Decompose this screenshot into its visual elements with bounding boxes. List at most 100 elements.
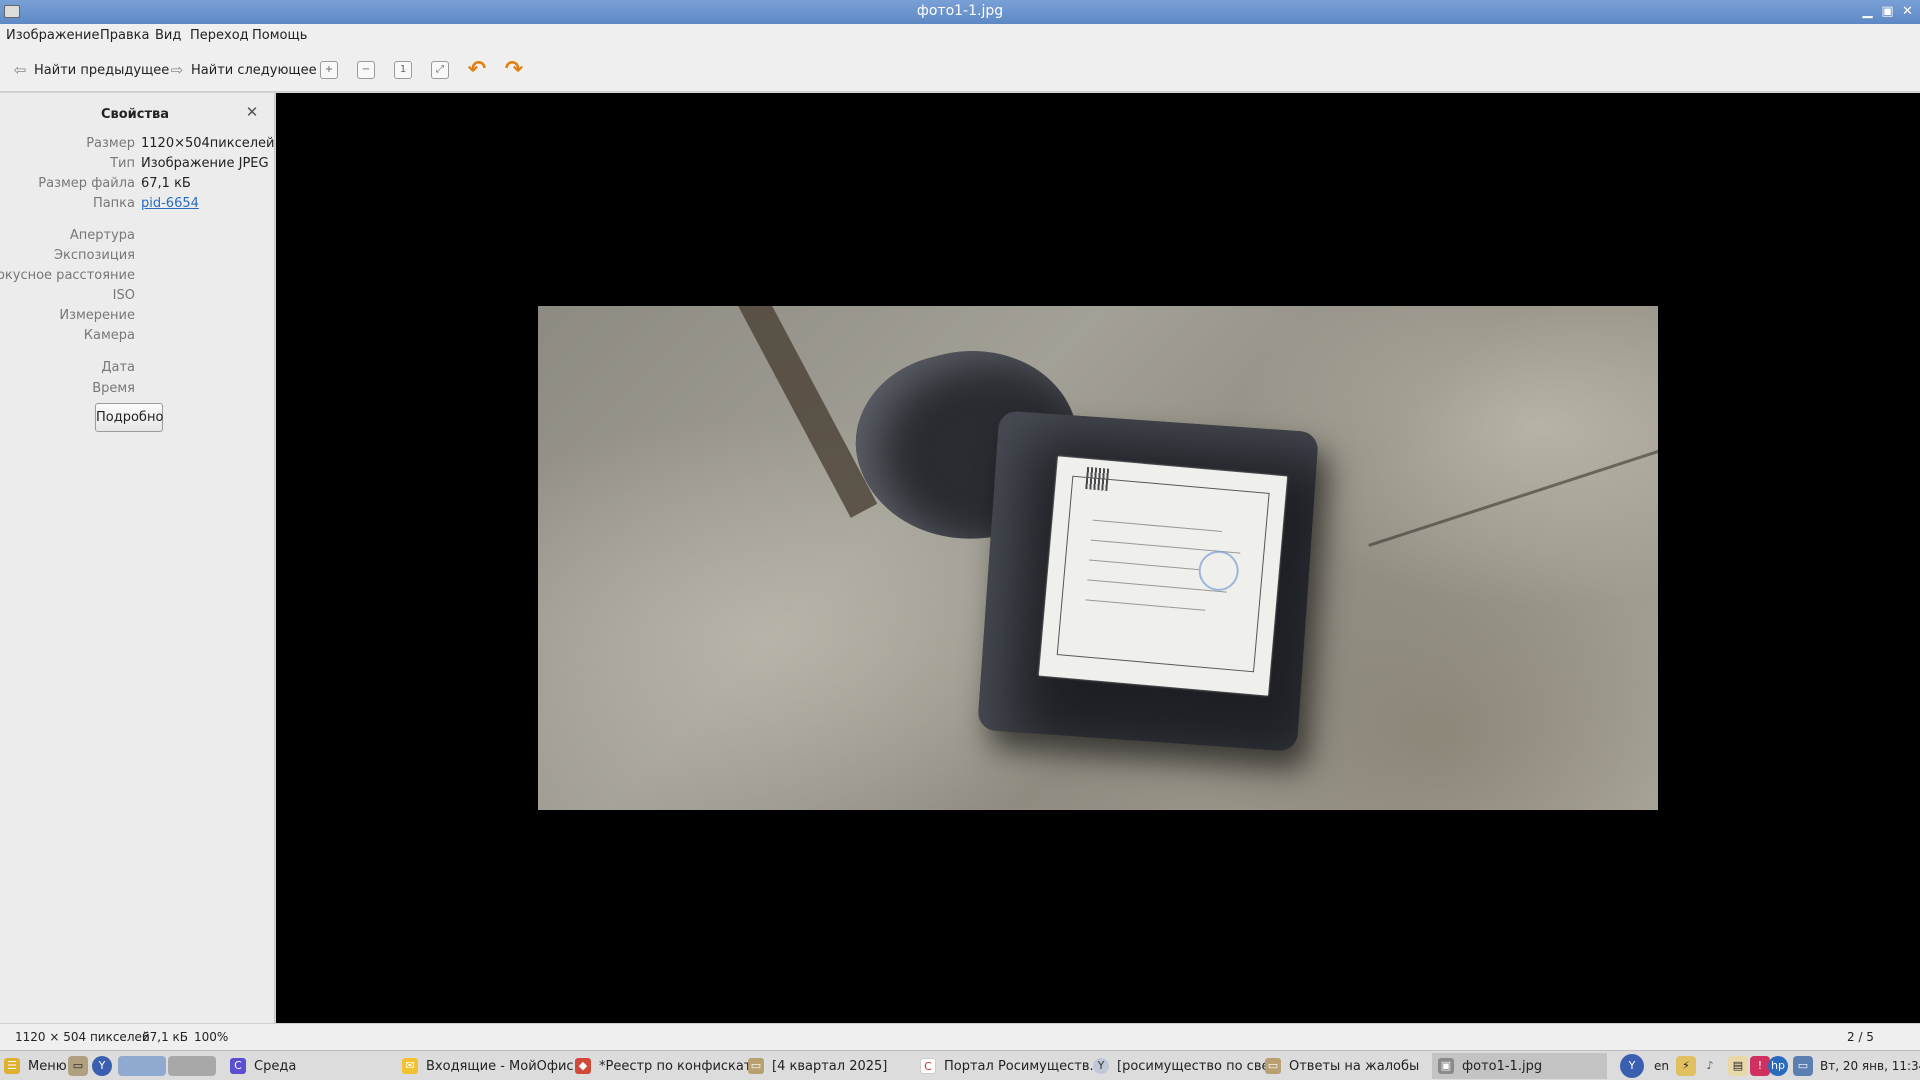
property-key: Папка xyxy=(92,196,135,211)
zoom-normal-icon[interactable]: 1 xyxy=(394,61,412,79)
title-bar: фото1-1.jpg ▁ ▣ ✕ xyxy=(0,0,1920,24)
property-key: ISO xyxy=(112,288,135,303)
property-row: Папка pid-6654 xyxy=(0,196,270,214)
property-row: Дата xyxy=(0,360,270,378)
browser-icon: C xyxy=(920,1058,936,1074)
property-row: Время xyxy=(0,381,270,399)
start-menu-label: Меню xyxy=(28,1058,67,1074)
show-desktop-button[interactable] xyxy=(118,1056,166,1076)
mail-icon: ✉ xyxy=(402,1058,418,1074)
property-row: Тип Изображение JPEG xyxy=(0,156,270,174)
task-button-active[interactable]: ▣ фото1-1.jpg xyxy=(1432,1053,1607,1079)
task-button[interactable]: ✉ Входящие - МойОфис... xyxy=(402,1053,586,1079)
close-window-button[interactable]: ✕ xyxy=(1899,3,1916,20)
properties-sidebar: Свойства ✕ Размер 1120×504пикселей Тип И… xyxy=(0,93,275,1023)
volume-icon[interactable]: ♪ xyxy=(1700,1056,1720,1076)
taskbar: ☰ Меню ▭ Y С Среда ✉ Входящие - МойОфис.… xyxy=(0,1050,1920,1080)
minimize-button[interactable]: ▁ xyxy=(1859,3,1876,20)
task-button[interactable]: C Портал Росимуществ... xyxy=(920,1053,1102,1079)
find-previous-button[interactable]: ⇦ Найти предыдущее xyxy=(10,59,170,81)
property-key: Время xyxy=(92,381,135,396)
rotate-left-icon[interactable]: ↶ xyxy=(466,59,488,81)
task-label: Ответы на жалобы xyxy=(1289,1058,1420,1074)
image-viewer-icon: ▣ xyxy=(1438,1058,1454,1074)
hp-printer-icon[interactable]: hp xyxy=(1768,1056,1788,1076)
keyboard-layout-indicator[interactable]: en xyxy=(1654,1053,1669,1079)
property-key: Размер xyxy=(86,136,135,151)
property-row: Экспозиция xyxy=(0,248,270,266)
clock[interactable]: Вт, 20 янв, 11:34 xyxy=(1820,1053,1920,1079)
start-menu-button[interactable]: ☰ Меню xyxy=(4,1053,67,1079)
property-key: Измерение xyxy=(59,308,135,323)
menu-view[interactable]: Вид xyxy=(155,28,181,43)
task-button[interactable]: ◆ *Реестр по конфискат... xyxy=(575,1053,764,1079)
document-sheet xyxy=(1038,456,1288,696)
property-row: Размер 1120×504пикселей xyxy=(0,136,274,154)
close-sidebar-icon[interactable]: ✕ xyxy=(244,104,260,120)
property-value: 1120×504пикселей xyxy=(141,136,275,151)
task-label: [4 квартал 2025] xyxy=(772,1058,888,1074)
task-button[interactable]: ▭ [4 квартал 2025] xyxy=(748,1053,887,1079)
property-key: Фокусное расстояние xyxy=(0,268,135,283)
clipboard-icon[interactable]: ▤ xyxy=(1728,1056,1748,1076)
file-manager-launcher-icon[interactable]: ▭ xyxy=(68,1056,88,1076)
display-icon[interactable]: ▭ xyxy=(1793,1056,1813,1076)
menu-image[interactable]: Изображение xyxy=(6,28,99,43)
property-key: Экспозиция xyxy=(53,248,135,263)
property-row: ISO xyxy=(0,288,270,306)
property-value: Изображение JPEG xyxy=(141,156,269,171)
property-key: Размер файла xyxy=(38,176,135,191)
zoom-in-icon[interactable]: + xyxy=(320,61,338,79)
menu-help[interactable]: Помощь xyxy=(252,28,307,43)
image-view[interactable] xyxy=(276,93,1920,1023)
zoom-out-icon[interactable]: − xyxy=(357,61,375,79)
status-filesize: 67,1 кБ xyxy=(142,1030,189,1044)
details-button[interactable]: Подробно xyxy=(95,403,163,432)
network-icon[interactable]: ⚡ xyxy=(1676,1056,1696,1076)
menu-icon: ☰ xyxy=(4,1058,20,1074)
task-button[interactable]: Y [росимущество по све... xyxy=(1093,1053,1282,1079)
arrow-right-icon: ⇨ xyxy=(170,61,184,79)
property-value: 67,1 кБ xyxy=(141,176,191,191)
find-previous-label: Найти предыдущее xyxy=(34,62,170,78)
folder-link[interactable]: pid-6654 xyxy=(141,196,199,211)
task-button[interactable]: ▭ Ответы на жалобы xyxy=(1265,1053,1419,1079)
property-key: Апертура xyxy=(69,228,135,243)
status-zoom: 100% xyxy=(194,1030,229,1044)
status-position: 2 / 5 xyxy=(1847,1030,1874,1044)
yandex-tray-icon[interactable]: Y xyxy=(1620,1054,1644,1078)
floor-crack xyxy=(1368,408,1658,547)
task-label: [росимущество по све... xyxy=(1117,1058,1282,1074)
displayed-photo xyxy=(538,306,1658,810)
maximize-button[interactable]: ▣ xyxy=(1879,3,1896,20)
property-row: Камера xyxy=(0,328,270,346)
property-row: Апертура xyxy=(0,228,270,246)
folder-icon: ▭ xyxy=(1265,1058,1281,1074)
zoom-fit-icon[interactable]: ⤢ xyxy=(431,61,449,79)
rotate-right-icon[interactable]: ↷ xyxy=(503,59,525,81)
window-title: фото1-1.jpg xyxy=(916,3,1004,19)
notification-icon[interactable]: ! xyxy=(1750,1056,1770,1076)
menu-go[interactable]: Переход xyxy=(190,28,249,43)
task-button[interactable]: С Среда xyxy=(230,1053,296,1079)
calendar-icon: С xyxy=(230,1058,246,1074)
yandex-browser-icon: Y xyxy=(1093,1058,1109,1074)
task-label: Портал Росимуществ... xyxy=(944,1058,1102,1074)
menu-edit[interactable]: Правка xyxy=(100,28,149,43)
spreadsheet-icon: ◆ xyxy=(575,1058,591,1074)
status-bar: 1120 × 504 пикселей 67,1 кБ 100% 2 / 5 xyxy=(0,1023,1920,1050)
toolbar: ⇦ Найти предыдущее ⇨ Найти следующее + −… xyxy=(0,48,1920,92)
find-next-button[interactable]: ⇨ Найти следующее xyxy=(167,59,317,81)
task-label: Входящие - МойОфис... xyxy=(426,1058,586,1074)
workspace-switcher[interactable] xyxy=(168,1056,216,1076)
property-row: Измерение xyxy=(0,308,270,326)
property-row: Фокусное расстояние xyxy=(0,268,270,286)
arrow-left-icon: ⇦ xyxy=(13,61,27,79)
sidebar-title: Свойства xyxy=(100,107,170,122)
folder-icon: ▭ xyxy=(748,1058,764,1074)
property-row: Размер файла 67,1 кБ xyxy=(0,176,270,194)
status-dimensions: 1120 × 504 пикселей xyxy=(15,1030,150,1044)
yandex-browser-launcher-icon[interactable]: Y xyxy=(92,1056,112,1076)
task-label: Среда xyxy=(254,1058,297,1074)
property-key: Камера xyxy=(83,328,135,343)
